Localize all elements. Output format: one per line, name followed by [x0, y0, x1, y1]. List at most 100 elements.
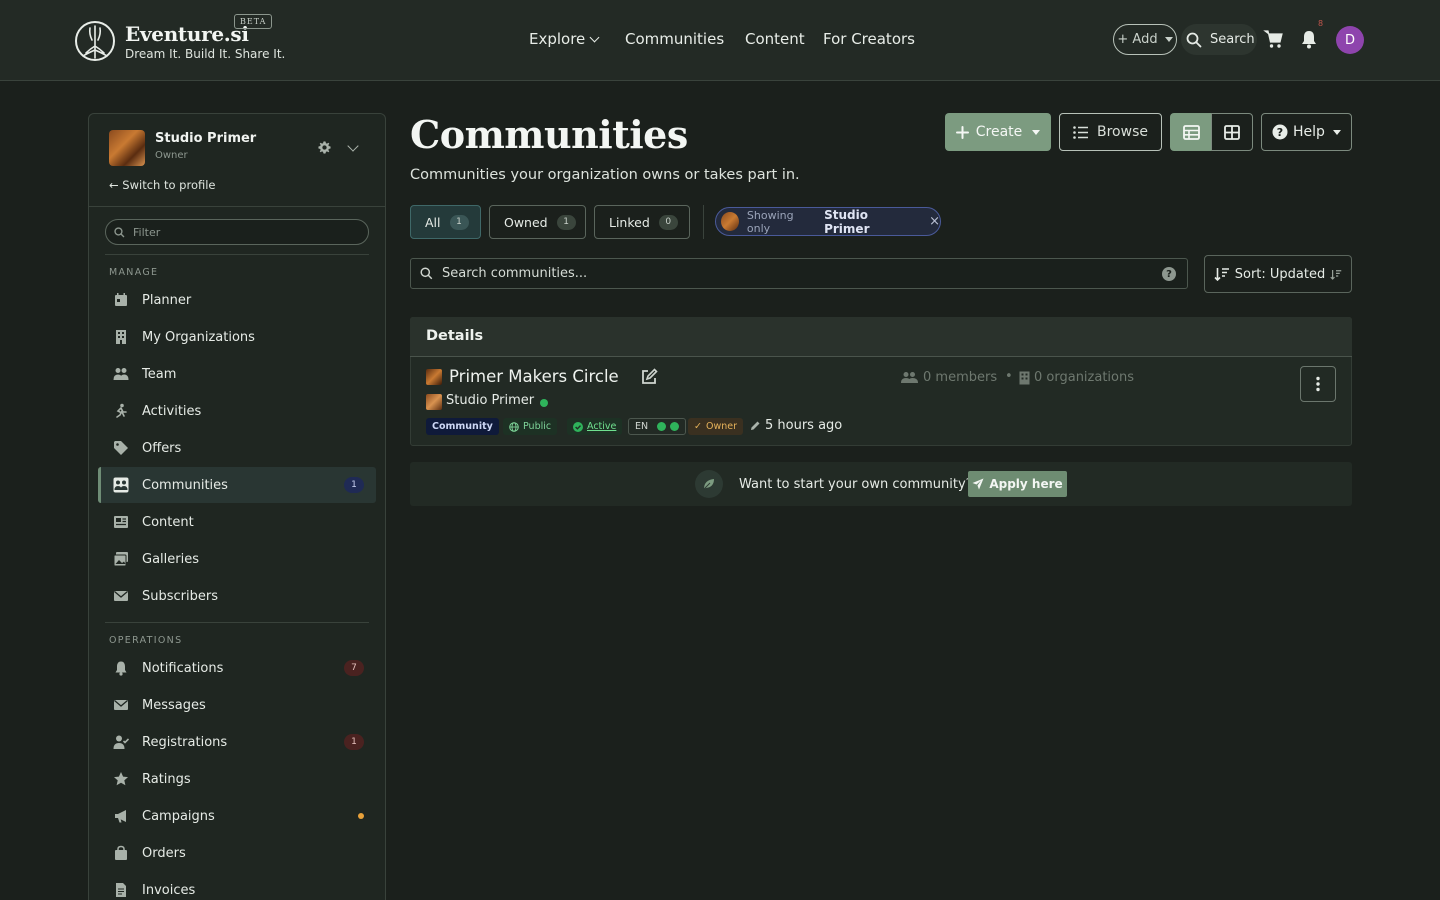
gear-icon[interactable] — [317, 140, 332, 155]
sidebar-divider — [105, 254, 369, 255]
sidebar-item-team[interactable]: Team — [98, 356, 376, 392]
caret-down-icon — [1332, 129, 1341, 135]
chevron-down-icon — [589, 32, 600, 43]
close-icon[interactable]: × — [929, 214, 940, 229]
page-subtitle: Communities your organization owns or ta… — [410, 167, 800, 183]
sidebar-item-campaigns[interactable]: Campaigns — [98, 798, 376, 834]
question-circle-icon[interactable]: ? — [1162, 267, 1176, 281]
bell-icon[interactable] — [1298, 28, 1320, 50]
sidebar-item-content[interactable]: Content — [98, 504, 376, 540]
caret-down-icon — [1164, 37, 1173, 42]
view-table-button[interactable] — [1170, 113, 1212, 151]
question-circle-icon: ? — [1272, 124, 1288, 140]
add-button[interactable]: + Add — [1113, 24, 1177, 55]
sidebar-item-offers[interactable]: Offers — [98, 430, 376, 466]
apply-here-button[interactable]: Apply here — [968, 471, 1067, 497]
org-name[interactable]: Studio Primer — [155, 131, 256, 146]
org-avatar[interactable] — [109, 130, 145, 166]
leaf-icon — [695, 470, 723, 498]
globe-icon — [509, 421, 519, 432]
notification-count: 8 — [1318, 19, 1324, 28]
cart-icon[interactable] — [1263, 28, 1285, 50]
sidebar-item-label: Campaigns — [142, 808, 215, 824]
create-button[interactable]: Create — [945, 113, 1051, 151]
members-count: 0 members — [901, 370, 997, 385]
user-check-icon — [113, 735, 129, 749]
nav-for-creators[interactable]: For Creators — [823, 30, 915, 48]
community-name-link[interactable]: Primer Makers Circle — [449, 367, 619, 386]
sidebar-item-messages[interactable]: Messages — [98, 687, 376, 723]
sidebar-item-label: Communities — [142, 477, 228, 493]
status-badge[interactable]: Active — [567, 418, 623, 435]
sidebar-item-label: Activities — [142, 403, 202, 419]
search-icon — [1186, 32, 1202, 47]
arrow-left-icon: ← — [109, 178, 123, 192]
tree-logo-icon[interactable] — [74, 20, 116, 62]
nav-communities[interactable]: Communities — [625, 30, 724, 48]
nav-explore[interactable]: Explore — [529, 30, 600, 48]
search-icon — [114, 226, 125, 237]
switch-to-profile-link[interactable]: ← Switch to profile — [109, 178, 216, 192]
sidebar-item-galleries[interactable]: Galleries — [98, 541, 376, 577]
sidebar-item-invoices[interactable]: Invoices — [98, 872, 376, 900]
running-icon — [116, 403, 127, 418]
view-grid-button[interactable] — [1211, 113, 1253, 151]
paper-plane-icon — [972, 478, 984, 490]
beta-badge: BETA — [234, 14, 273, 29]
sidebar-item-notifications[interactable]: Notifications 7 — [98, 650, 376, 686]
search-communities-input[interactable]: Search communities... ? — [410, 258, 1188, 289]
details-header: Details — [410, 317, 1352, 357]
community-thumbnail — [426, 369, 442, 385]
organizations-count: 0 organizations — [1019, 370, 1134, 385]
tab-all[interactable]: All 1 — [410, 205, 481, 239]
sidebar-item-label: Notifications — [142, 660, 224, 676]
grid-icon — [1224, 124, 1240, 140]
status-dot — [670, 422, 680, 431]
calendar-icon — [115, 293, 127, 306]
visibility-badge: Public — [503, 418, 558, 435]
sidebar-item-communities[interactable]: Communities 1 — [98, 467, 376, 503]
count-badge: 1 — [344, 477, 364, 493]
bell-icon — [115, 661, 127, 676]
sidebar-item-subscribers[interactable]: Subscribers — [98, 578, 376, 614]
status-dot — [657, 422, 667, 431]
user-avatar[interactable]: D — [1336, 26, 1364, 54]
sidebar-item-label: Registrations — [142, 734, 228, 750]
tab-separator — [703, 205, 704, 239]
cta-text: Want to start your own community? — [739, 477, 973, 492]
org-role: Owner — [155, 150, 188, 161]
tab-linked[interactable]: Linked 0 — [594, 205, 690, 239]
caret-down-icon — [1032, 129, 1041, 135]
sort-button[interactable]: Sort: Updated — [1204, 255, 1352, 293]
community-org-link[interactable]: Studio Primer — [446, 393, 534, 408]
org-filter-chip: Showing only Studio Primer × — [715, 207, 941, 236]
help-button[interactable]: ? Help — [1261, 113, 1352, 151]
sidebar-filter-input[interactable]: Filter — [105, 219, 369, 245]
brand-name[interactable]: Eventure.si — [125, 22, 249, 46]
check-icon: ✓ — [694, 421, 702, 432]
meta-separator: • — [1005, 369, 1013, 384]
sidebar-item-label: My Organizations — [142, 329, 255, 345]
sidebar-item-label: Content — [142, 514, 194, 530]
brand-tagline: Dream It. Build It. Share It. — [125, 47, 286, 61]
sidebar-item-activities[interactable]: Activities — [98, 393, 376, 429]
browse-button[interactable]: Browse — [1059, 113, 1162, 151]
sidebar-item-registrations[interactable]: Registrations 1 — [98, 724, 376, 760]
status-dot — [358, 813, 364, 819]
tab-owned[interactable]: Owned 1 — [489, 205, 586, 239]
updated-time: 5 hours ago — [750, 418, 842, 433]
sort-icon — [1214, 268, 1229, 281]
sidebar-item-planner[interactable]: Planner — [98, 282, 376, 318]
sidebar-item-ratings[interactable]: Ratings — [98, 761, 376, 797]
more-options-button[interactable] — [1300, 366, 1336, 402]
sidebar-item-orders[interactable]: Orders — [98, 835, 376, 871]
type-badge: Community — [426, 418, 499, 435]
sidebar-item-label: Galleries — [142, 551, 199, 567]
sidebar-item-my-organizations[interactable]: My Organizations — [98, 319, 376, 355]
page-title: Communities — [410, 112, 688, 157]
sidebar-item-label: Messages — [142, 697, 206, 713]
role-badge: ✓ Owner — [688, 418, 743, 435]
nav-content[interactable]: Content — [745, 30, 805, 48]
search-button[interactable]: Search — [1181, 24, 1257, 55]
edit-icon[interactable] — [640, 368, 658, 386]
